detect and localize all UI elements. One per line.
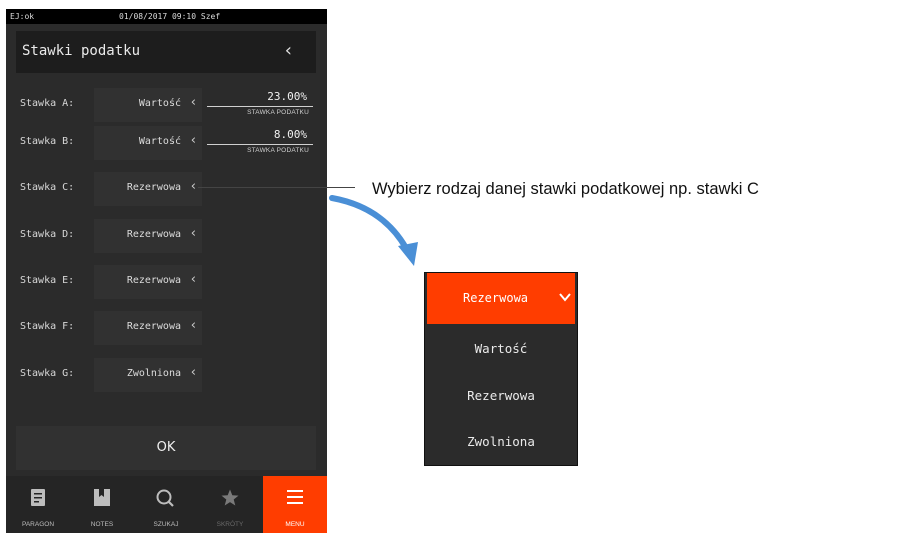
nav-label: PARAGON (21, 521, 55, 528)
nav-label: SZUKAJ (153, 521, 179, 528)
rate-row-f: Stawka F: Rezerwowa ‹ (6, 311, 327, 345)
annotation-text: Wybierz rodzaj danej stawki podatkowej n… (372, 180, 759, 198)
chevron-left-icon: ‹ (190, 272, 196, 287)
rate-row-b: Stawka B: Wartość ‹ 8.00% STAWKA PODATKU (6, 126, 327, 160)
status-text: EJ:ok (10, 12, 35, 21)
pos-terminal-screen: EJ:ok 01/08/2017 09:10 Szef Stawki podat… (6, 9, 327, 533)
rate-row-a: Stawka A: Wartość ‹ 23.00% STAWKA PODATK… (6, 88, 327, 122)
rate-type-select[interactable]: Wartość ‹ (94, 126, 202, 160)
dropdown-option[interactable]: Zwolniona (427, 419, 575, 465)
rate-type-select[interactable]: Wartość ‹ (94, 88, 202, 122)
chevron-down-icon (559, 293, 571, 302)
rate-label: Stawka E: (20, 275, 75, 286)
rate-value: 8.00% (273, 128, 307, 141)
rate-type-value: Zwolniona (126, 368, 181, 379)
rate-value-field[interactable]: 8.00% STAWKA PODATKU (207, 125, 313, 159)
rate-label: Stawka D: (20, 229, 75, 240)
page-title: Stawki podatku (22, 43, 141, 59)
rate-row-g: Stawka G: Zwolniona ‹ (6, 358, 327, 392)
rate-type-value: Rezerwowa (126, 275, 181, 286)
rate-row-c: Stawka C: Rezerwowa ‹ (6, 172, 327, 206)
ok-button[interactable]: OK (16, 426, 316, 470)
chevron-left-icon: ‹ (190, 133, 196, 148)
chevron-left-icon: ‹ (190, 179, 196, 194)
dropdown-option[interactable]: Rezerwowa (427, 373, 575, 419)
status-bar: EJ:ok 01/08/2017 09:10 Szef (6, 9, 327, 24)
chevron-left-icon: ‹ (190, 318, 196, 333)
rate-label: Stawka C: (20, 182, 75, 193)
status-datetime: 01/08/2017 09:10 Szef (119, 12, 221, 21)
dropdown-option-label: Wartość (474, 341, 528, 356)
rate-type-select[interactable]: Rezerwowa ‹ (94, 265, 202, 299)
curved-arrow-icon (329, 195, 418, 266)
rate-type-value: Rezerwowa (126, 321, 181, 332)
nav-item-menu[interactable]: MENU (263, 476, 327, 533)
rate-label: Stawka G: (20, 368, 75, 379)
rate-label: Stawka F: (20, 321, 75, 332)
rate-type-select[interactable]: Zwolniona ‹ (94, 358, 202, 392)
rate-row-d: Stawka D: Rezerwowa ‹ (6, 219, 327, 253)
nav-label: MENU (285, 521, 305, 528)
notes-icon (94, 489, 110, 506)
dropdown-selected-value: Rezerwowa (463, 291, 529, 305)
rate-type-dropdown: Rezerwowa Wartość Rezerwowa Zwolniona (424, 272, 578, 466)
chevron-left-icon: ‹ (190, 226, 196, 241)
rate-value-caption: STAWKA PODATKU (247, 147, 309, 154)
rate-type-select[interactable]: Rezerwowa ‹ (94, 219, 202, 253)
receipt-icon (31, 489, 45, 506)
divider (207, 106, 313, 107)
rate-type-select[interactable]: Rezerwowa ‹ (94, 311, 202, 345)
rate-value-field[interactable]: 23.00% STAWKA PODATKU (207, 87, 313, 121)
chevron-left-icon: ‹ (190, 95, 196, 110)
rate-label: Stawka B: (20, 136, 75, 147)
annotation-leader-line (198, 187, 355, 188)
rate-type-value: Wartość (138, 98, 181, 109)
page-header: Stawki podatku ‹ (16, 31, 316, 73)
menu-icon (287, 490, 303, 504)
dropdown-option-label: Rezerwowa (467, 388, 535, 403)
nav-item-paragon[interactable]: PARAGON (6, 476, 70, 533)
search-icon (156, 489, 174, 507)
chevron-left-icon: ‹ (190, 365, 196, 380)
nav-item-szukaj[interactable]: SZUKAJ (134, 476, 198, 533)
rate-row-e: Stawka E: Rezerwowa ‹ (6, 265, 327, 299)
rate-type-select[interactable]: Rezerwowa ‹ (94, 172, 202, 206)
dropdown-selected[interactable]: Rezerwowa (427, 273, 575, 324)
rate-label: Stawka A: (20, 98, 75, 109)
dropdown-option[interactable]: Wartość (427, 326, 575, 372)
nav-item-notes[interactable]: NOTES (70, 476, 134, 533)
back-chevron-icon[interactable]: ‹ (285, 40, 292, 61)
rate-value: 23.00% (267, 90, 307, 103)
rate-type-value: Rezerwowa (126, 229, 181, 240)
bottom-navbar: PARAGON NOTES SZUKAJ SKRÓTY MENU (6, 476, 327, 533)
divider (207, 144, 313, 145)
rate-type-value: Rezerwowa (126, 182, 181, 193)
nav-item-skroty[interactable]: SKRÓTY (198, 476, 262, 533)
rate-type-value: Wartość (138, 136, 181, 147)
nav-label: SKRÓTY (216, 521, 244, 528)
nav-label: NOTES (90, 521, 114, 528)
star-icon (221, 489, 239, 506)
rate-value-caption: STAWKA PODATKU (247, 109, 309, 116)
dropdown-option-label: Zwolniona (467, 434, 535, 449)
